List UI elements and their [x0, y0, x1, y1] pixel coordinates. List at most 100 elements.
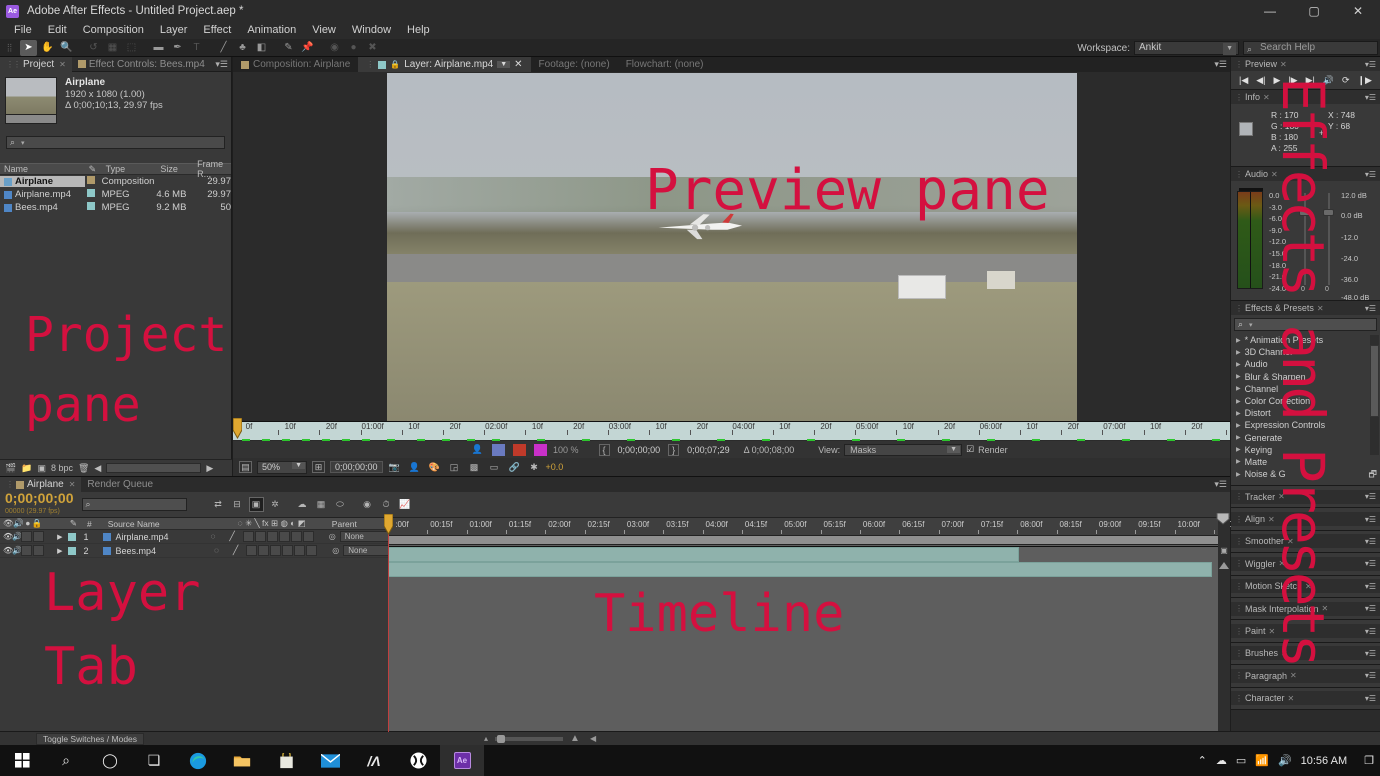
red-swatch-icon[interactable] [513, 443, 526, 456]
panel-menu-icon[interactable]: ▾☰ [1365, 582, 1376, 591]
expand-triangle-2[interactable]: ▶ [57, 547, 62, 555]
cortana-icon[interactable]: ◯ [88, 745, 132, 776]
after-effects-icon[interactable]: Ae [440, 745, 484, 776]
zoom-tool-icon[interactable]: 🔍 [58, 40, 75, 56]
close-icon[interactable]: ✕ [59, 60, 66, 69]
close-icon[interactable]: ✕ [1280, 60, 1287, 69]
viewer-stage[interactable]: Preview pane [233, 73, 1230, 421]
timeline-link-icon[interactable]: 🔗 [508, 461, 521, 473]
rotation-tool-icon[interactable]: ↺ [85, 40, 102, 56]
timeline-current-time-indicator[interactable] [384, 514, 393, 537]
layer-toggles-1[interactable]: 👁🔊 [0, 532, 22, 541]
eraser-tool-icon[interactable]: ◧ [253, 40, 270, 56]
close-icon[interactable]: ✕ [514, 59, 522, 70]
new-folder-icon[interactable]: 🗗 [1369, 467, 1377, 483]
audio-right-fader-knob[interactable] [1323, 209, 1334, 216]
panel-menu-icon[interactable]: ▾☰ [1365, 304, 1376, 313]
audio-left-fader-knob[interactable] [1299, 209, 1310, 216]
tab-project[interactable]: ⋮⋮ Project ✕ [0, 56, 72, 72]
effects-category-row[interactable]: ▶ Audio [1231, 358, 1380, 370]
effects-category-row[interactable]: ▶ Channel [1231, 383, 1380, 395]
view-select[interactable]: Masks ▼ [844, 443, 963, 456]
menu-help[interactable]: Help [399, 22, 438, 39]
collapsed-panel-paint[interactable]: ⋮ Paint ✕ ▾☰ [1231, 620, 1380, 643]
layer-label-swatch-1[interactable] [67, 532, 76, 541]
tab-flowchart[interactable]: Flowchart: (none) [618, 57, 712, 72]
composition-mini-flowchart-icon[interactable]: ⇄ [211, 497, 226, 512]
auto-keyframe-icon[interactable]: ⬭ [333, 497, 348, 512]
timeline-track-area[interactable]: :00f 00:15f 01:00f 01:15f 02:00f 02:15f 03:00f… [384, 514, 1232, 732]
close-icon[interactable]: ✕ [1263, 93, 1270, 102]
timeline-vertical-scrollbar[interactable]: ▣ [1218, 518, 1230, 732]
tab-composition[interactable]: Composition: Airplane [233, 57, 358, 72]
expand-triangle-icon[interactable]: ▶ [1236, 422, 1241, 429]
close-button[interactable]: ✕ [1336, 0, 1380, 22]
hide-shy-layers-icon[interactable]: ▣ [248, 497, 264, 512]
effects-category-row[interactable]: ▶ * Animation Presets [1231, 334, 1380, 346]
action-center-icon[interactable]: ❐ [1364, 754, 1374, 767]
battery-icon[interactable]: ▭ [1236, 754, 1246, 767]
search-icon[interactable]: ⌕ [44, 745, 88, 776]
tab-render-queue[interactable]: Render Queue [81, 477, 159, 492]
menu-layer[interactable]: Layer [152, 22, 196, 39]
panel-menu-icon[interactable]: ▾☰ [1214, 479, 1227, 490]
fast-preview-icon[interactable]: ✱ [528, 461, 541, 473]
viewer-time-ruler[interactable]: 0f 10f 20f 01:00f 10f 20f 02:00f 10f 20f 03:00f 10… [233, 418, 1246, 441]
menu-file[interactable]: File [6, 22, 40, 39]
close-icon[interactable]: ✕ [1317, 304, 1324, 313]
current-time-indicator[interactable] [233, 418, 242, 441]
parent-pickwhip-2[interactable]: ◎ [332, 546, 339, 555]
play-icon[interactable]: ▶ [1273, 75, 1280, 86]
expand-triangle-icon[interactable]: ▶ [1236, 446, 1241, 453]
snapshot-icon[interactable]: 📷 [388, 461, 401, 473]
zoom-in-icon[interactable]: ▲ [570, 733, 580, 744]
loop-icon[interactable]: ⟳ [1342, 75, 1350, 86]
collapsed-panel-paragraph[interactable]: ⋮ Paragraph ✕ ▾☰ [1231, 665, 1380, 688]
timeline-ruler[interactable]: :00f 00:15f 01:00f 01:15f 02:00f 02:15f 03:00f… [388, 518, 1232, 536]
close-icon[interactable]: ✕ [1279, 559, 1286, 568]
collapsed-panel-motion-sketch[interactable]: ⋮ Motion Sketch ✕ ▾☰ [1231, 575, 1380, 598]
timeline-timecode[interactable]: 0;00;00;00 00000 (29.97 fps) [5, 491, 74, 518]
scroll-left-arrow[interactable]: ◀ [94, 463, 101, 474]
effects-category-row[interactable]: ▶ Noise & G [1231, 468, 1380, 480]
expand-triangle-icon[interactable]: ▶ [1236, 361, 1241, 368]
project-row-airplane[interactable]: Airplane Composition 29.97 [0, 175, 231, 188]
close-icon[interactable]: ✕ [69, 480, 76, 489]
close-icon[interactable]: ✕ [1288, 694, 1295, 703]
timeline-clip-2[interactable] [388, 562, 1212, 577]
menu-view[interactable]: View [304, 22, 344, 39]
column-type[interactable]: Type [102, 164, 157, 174]
brainstorm-icon[interactable]: ▦ [314, 497, 329, 512]
effects-category-row[interactable]: ▶ Matte [1231, 456, 1380, 468]
store-icon[interactable] [264, 745, 308, 776]
panel-menu-icon[interactable]: ▾☰ [1365, 671, 1376, 680]
task-view-icon[interactable]: ❏ [132, 745, 176, 776]
mail-icon[interactable] [308, 745, 352, 776]
roto-brush-tool-icon[interactable]: ✎ [280, 40, 297, 56]
panel-menu-icon[interactable]: ▾☰ [1365, 537, 1376, 546]
audio-icon[interactable]: 🔊 [1323, 75, 1334, 86]
delete-icon[interactable]: 🗑 [78, 463, 89, 474]
label-swatch[interactable] [86, 202, 95, 210]
collapsed-panel-wiggler[interactable]: ⋮ Wiggler ✕ ▾☰ [1231, 553, 1380, 576]
expand-triangle-icon[interactable]: ▶ [1236, 373, 1241, 380]
parent-header[interactable]: Parent [332, 519, 357, 529]
first-frame-icon[interactable]: |◀ [1239, 75, 1248, 86]
panel-menu-icon[interactable]: ▾☰ [1365, 649, 1376, 658]
layer-label-swatch-2[interactable] [67, 546, 76, 555]
parent-pickwhip-1[interactable]: ◎ [329, 532, 336, 541]
expand-triangle-icon[interactable]: ▶ [1236, 458, 1241, 465]
collapsed-panel-smoother[interactable]: ⋮ Smoother ✕ ▾☰ [1231, 530, 1380, 554]
current-time-field[interactable]: 0;00;00;00 [330, 461, 383, 473]
layer-switch-icons-2[interactable]: ◌ [214, 546, 219, 555]
close-icon[interactable]: ✕ [1268, 515, 1275, 524]
timeline-search-input[interactable]: ⌕ [81, 498, 187, 511]
expand-triangle-icon[interactable]: ▶ [1236, 349, 1241, 356]
solo-cell-2[interactable] [21, 545, 33, 556]
scroll-right-arrow[interactable]: ▶ [206, 463, 213, 474]
maximize-button[interactable]: ▢ [1292, 0, 1336, 22]
collapsed-panel-character[interactable]: ⋮ Character ✕ ▾☰ [1231, 687, 1380, 710]
scroll-up-arrow[interactable] [1219, 562, 1229, 569]
audio-right-fader-track[interactable] [1328, 193, 1330, 285]
brush-tool-icon[interactable]: ╱ [215, 40, 232, 56]
